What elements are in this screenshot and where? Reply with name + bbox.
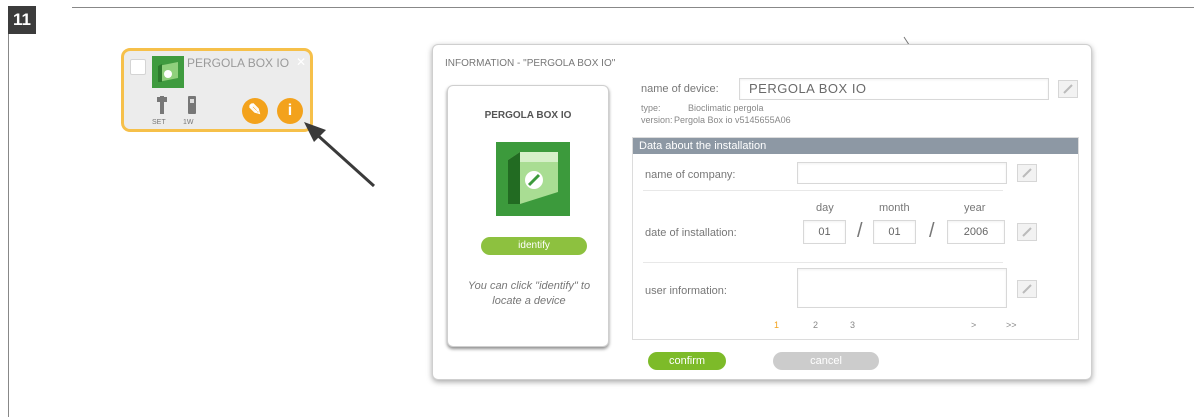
- version-label: version:: [641, 115, 673, 125]
- page-next[interactable]: >: [971, 320, 976, 330]
- tile-title: PERGOLA BOX IO: [187, 56, 290, 70]
- edit-name-icon[interactable]: [1058, 80, 1078, 98]
- identify-hint: You can click "identify" to locate a dev…: [467, 280, 591, 307]
- device-card: PERGOLA BOX IO identify You can click "i…: [447, 85, 609, 347]
- installation-section: Data about the installation name of comp…: [632, 137, 1079, 340]
- day-field[interactable]: 01: [803, 220, 846, 244]
- version-value: Pergola Box io v5145655A06: [674, 115, 791, 125]
- information-dialog: INFORMATION - "PERGOLA BOX IO" PERGOLA B…: [432, 44, 1092, 380]
- user-info-label: user information:: [645, 285, 727, 297]
- step-badge: 11: [8, 6, 36, 34]
- separator: [643, 262, 1003, 263]
- identify-button[interactable]: identify: [481, 237, 587, 255]
- confirm-button[interactable]: confirm: [648, 352, 726, 370]
- month-label: month: [879, 202, 910, 214]
- wrench-icon[interactable]: [153, 96, 171, 114]
- remote-icon[interactable]: [183, 96, 201, 114]
- year-label: year: [964, 202, 986, 214]
- page-last[interactable]: >>: [1006, 320, 1017, 330]
- tile-label-set: SET: [152, 119, 166, 126]
- edit-user-info-icon[interactable]: [1017, 280, 1037, 298]
- date-label: date of installation:: [645, 227, 737, 239]
- device-tile[interactable]: PERGOLA BOX IO ✕ SET 1W ✎ i: [121, 48, 313, 132]
- page-2[interactable]: 2: [813, 320, 818, 330]
- tile-checkbox[interactable]: [130, 59, 146, 75]
- cancel-button[interactable]: cancel: [773, 352, 879, 370]
- pergola-icon: [496, 142, 570, 216]
- edit-date-icon[interactable]: [1017, 223, 1037, 241]
- pergola-icon: [152, 56, 184, 88]
- page-1[interactable]: 1: [774, 320, 779, 330]
- separator: [643, 190, 1003, 191]
- type-value: Bioclimatic pergola: [688, 103, 764, 113]
- company-label: name of company:: [645, 169, 736, 181]
- card-device-name: PERGOLA BOX IO: [484, 110, 572, 121]
- page-3[interactable]: 3: [850, 320, 855, 330]
- dialog-title: INFORMATION - "PERGOLA BOX IO": [445, 58, 616, 69]
- close-icon[interactable]: ✕: [296, 55, 306, 69]
- day-label: day: [816, 202, 834, 214]
- month-field[interactable]: 01: [873, 220, 916, 244]
- edit-icon[interactable]: ✎: [242, 98, 268, 124]
- frame-top-line: [72, 7, 1194, 8]
- frame-left-line: [8, 34, 9, 417]
- device-name-field[interactable]: PERGOLA BOX IO: [739, 78, 1049, 100]
- date-slash-2: /: [929, 220, 935, 242]
- tile-label-1w: 1W: [183, 119, 194, 126]
- device-name-label: name of device:: [641, 83, 719, 95]
- user-info-field[interactable]: [797, 268, 1007, 308]
- arrow-icon: [294, 120, 384, 192]
- company-field[interactable]: [797, 162, 1007, 184]
- type-label: type:: [641, 103, 661, 113]
- installation-header: Data about the installation: [633, 138, 1078, 154]
- year-field[interactable]: 2006: [947, 220, 1005, 244]
- edit-company-icon[interactable]: [1017, 164, 1037, 182]
- date-slash-1: /: [857, 220, 863, 242]
